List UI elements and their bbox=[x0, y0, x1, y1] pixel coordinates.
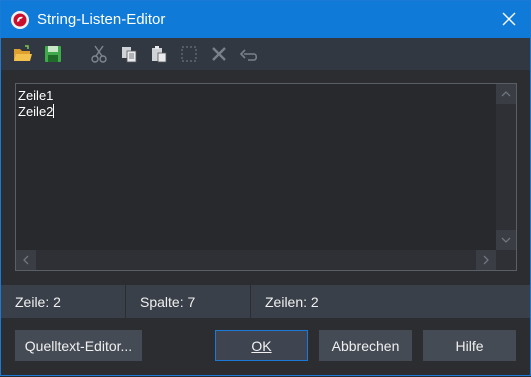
window-title: String-Listen-Editor bbox=[37, 11, 166, 28]
help-button[interactable]: Hilfe bbox=[423, 330, 516, 361]
ok-button-label: OK bbox=[251, 337, 272, 354]
scroll-right-button[interactable] bbox=[476, 250, 496, 270]
status-line: Zeile: 2 bbox=[1, 285, 126, 318]
source-editor-button[interactable]: Quelltext-Editor... bbox=[15, 330, 142, 361]
text-line: Zeile2 bbox=[18, 104, 55, 119]
status-bar: Zeile: 2 Spalte: 7 Zeilen: 2 bbox=[1, 285, 530, 318]
undo-button[interactable] bbox=[237, 42, 261, 66]
horizontal-scrollbar[interactable] bbox=[16, 250, 496, 270]
vertical-scrollbar[interactable] bbox=[496, 84, 516, 250]
text-caret bbox=[53, 104, 55, 118]
scroll-up-button[interactable] bbox=[496, 84, 516, 104]
cancel-button[interactable]: Abbrechen bbox=[319, 330, 412, 361]
paste-icon bbox=[152, 46, 167, 63]
status-column: Spalte: 7 bbox=[126, 285, 251, 318]
ok-button[interactable]: OK bbox=[215, 330, 308, 361]
save-icon bbox=[45, 46, 61, 62]
select-all-button[interactable] bbox=[177, 42, 201, 66]
undo-icon bbox=[239, 49, 258, 61]
toolbar bbox=[1, 38, 530, 70]
cut-icon bbox=[91, 45, 107, 63]
dialog-buttons: Quelltext-Editor... OK Abbrechen Hilfe bbox=[1, 318, 530, 377]
delete-icon bbox=[212, 47, 226, 61]
delete-button[interactable] bbox=[207, 42, 231, 66]
app-logo-icon bbox=[11, 10, 29, 29]
text-line: Zeile1 bbox=[18, 88, 54, 103]
copy-icon bbox=[122, 47, 137, 63]
chevron-left-icon bbox=[23, 255, 29, 265]
title-bar: String-Listen-Editor bbox=[1, 1, 530, 38]
scroll-left-button[interactable] bbox=[16, 250, 36, 270]
save-button[interactable] bbox=[41, 42, 65, 66]
status-line-count: Zeilen: 2 bbox=[265, 293, 319, 310]
cut-button[interactable] bbox=[87, 42, 111, 66]
scroll-down-button[interactable] bbox=[496, 230, 516, 250]
close-icon bbox=[502, 12, 516, 26]
paste-button[interactable] bbox=[147, 42, 171, 66]
string-list-editor-dialog: String-Listen-Editor Zeile1 Zeile2 Zeile… bbox=[0, 0, 531, 376]
string-list-editor[interactable]: Zeile1 Zeile2 bbox=[15, 83, 517, 271]
select-all-icon bbox=[181, 46, 197, 62]
copy-button[interactable] bbox=[117, 42, 141, 66]
close-button[interactable] bbox=[500, 10, 518, 28]
open-folder-icon bbox=[14, 45, 32, 61]
chevron-up-icon bbox=[501, 91, 511, 97]
scroll-corner bbox=[496, 250, 516, 270]
open-button[interactable] bbox=[11, 42, 35, 66]
chevron-right-icon bbox=[483, 255, 489, 265]
chevron-down-icon bbox=[501, 237, 511, 243]
text-area[interactable]: Zeile1 Zeile2 bbox=[18, 88, 496, 250]
